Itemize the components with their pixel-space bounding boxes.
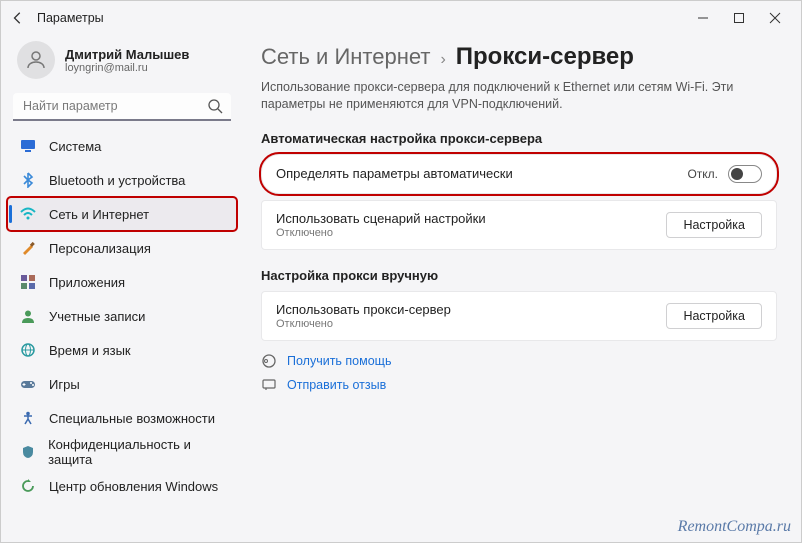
chevron-right-icon: › bbox=[440, 51, 445, 69]
sidebar-item-bluetooth[interactable]: Bluetooth и устройства bbox=[7, 163, 237, 197]
maximize-button[interactable] bbox=[721, 4, 757, 32]
sidebar-item-accessibility[interactable]: Специальные возможности bbox=[7, 401, 237, 435]
shield-icon bbox=[19, 443, 36, 461]
nav-list: Система Bluetooth и устройства Сеть и Ин… bbox=[7, 129, 237, 503]
watermark: RemontCompa.ru bbox=[678, 518, 791, 536]
sidebar-item-label: Время и язык bbox=[49, 343, 131, 358]
profile-name: Дмитрий Малышев bbox=[65, 47, 189, 62]
sidebar-item-personalization[interactable]: Персонализация bbox=[7, 231, 237, 265]
main-content: Сеть и Интернет › Прокси-сервер Использо… bbox=[247, 35, 801, 542]
sidebar-item-apps[interactable]: Приложения bbox=[7, 265, 237, 299]
card-manual-proxy-label: Использовать прокси-сервер bbox=[276, 302, 666, 317]
breadcrumb: Сеть и Интернет › Прокси-сервер bbox=[261, 43, 777, 71]
sidebar-item-system[interactable]: Система bbox=[7, 129, 237, 163]
sidebar-item-time-language[interactable]: Время и язык bbox=[7, 333, 237, 367]
sidebar-item-label: Система bbox=[49, 139, 101, 154]
breadcrumb-parent[interactable]: Сеть и Интернет bbox=[261, 44, 430, 70]
update-icon bbox=[19, 477, 37, 495]
window-title: Параметры bbox=[37, 11, 685, 25]
titlebar: Параметры bbox=[1, 1, 801, 35]
back-button[interactable] bbox=[9, 9, 27, 27]
search-box bbox=[13, 93, 231, 121]
card-manual-proxy-sub: Отключено bbox=[276, 318, 666, 330]
section-auto-title: Автоматическая настройка прокси-сервера bbox=[261, 131, 777, 146]
apps-icon bbox=[19, 273, 37, 291]
globe-icon bbox=[19, 341, 37, 359]
sidebar-item-label: Персонализация bbox=[49, 241, 151, 256]
page-description: Использование прокси-сервера для подключ… bbox=[261, 79, 771, 113]
sidebar-item-label: Специальные возможности bbox=[49, 411, 215, 426]
sidebar-item-label: Сеть и Интернет bbox=[49, 207, 149, 222]
wifi-icon bbox=[19, 205, 37, 223]
minimize-button[interactable] bbox=[685, 4, 721, 32]
get-help-label: Получить помощь bbox=[287, 354, 391, 368]
sidebar-item-label: Игры bbox=[49, 377, 80, 392]
close-button[interactable] bbox=[757, 4, 793, 32]
sidebar-item-privacy[interactable]: Конфиденциальность и защита bbox=[7, 435, 237, 469]
profile[interactable]: Дмитрий Малышев loyngrin@mail.ru bbox=[7, 39, 237, 89]
section-manual-title: Настройка прокси вручную bbox=[261, 268, 777, 283]
account-icon bbox=[19, 307, 37, 325]
avatar bbox=[17, 41, 55, 79]
sidebar-item-label: Приложения bbox=[49, 275, 125, 290]
manual-proxy-button[interactable]: Настройка bbox=[666, 303, 762, 329]
sidebar-item-label: Учетные записи bbox=[49, 309, 145, 324]
profile-email: loyngrin@mail.ru bbox=[65, 62, 189, 74]
sidebar-item-label: Bluetooth и устройства bbox=[49, 173, 185, 188]
card-auto-detect-label: Определять параметры автоматически bbox=[276, 166, 687, 181]
games-icon bbox=[19, 375, 37, 393]
sidebar-item-label: Конфиденциальность и защита bbox=[48, 437, 229, 467]
card-auto-detect: Определять параметры автоматически Откл. bbox=[261, 154, 777, 194]
get-help-link[interactable]: Получить помощь bbox=[261, 353, 777, 369]
search-input[interactable] bbox=[13, 93, 231, 121]
help-icon bbox=[261, 353, 277, 369]
bluetooth-icon bbox=[19, 171, 37, 189]
sidebar-item-network[interactable]: Сеть и Интернет bbox=[7, 197, 237, 231]
card-setup-script-sub: Отключено bbox=[276, 227, 666, 239]
search-icon bbox=[207, 98, 225, 116]
sidebar-item-update[interactable]: Центр обновления Windows bbox=[7, 469, 237, 503]
brush-icon bbox=[19, 239, 37, 257]
auto-detect-toggle[interactable] bbox=[728, 165, 762, 183]
sidebar-item-gaming[interactable]: Игры bbox=[7, 367, 237, 401]
sidebar-item-label: Центр обновления Windows bbox=[49, 479, 218, 494]
feedback-label: Отправить отзыв bbox=[287, 378, 386, 392]
system-icon bbox=[19, 137, 37, 155]
setup-script-button[interactable]: Настройка bbox=[666, 212, 762, 238]
card-manual-proxy: Использовать прокси-сервер Отключено Нас… bbox=[261, 291, 777, 341]
sidebar: Дмитрий Малышев loyngrin@mail.ru Система… bbox=[1, 35, 247, 542]
card-setup-script-label: Использовать сценарий настройки bbox=[276, 211, 666, 226]
card-setup-script: Использовать сценарий настройки Отключен… bbox=[261, 200, 777, 250]
feedback-link[interactable]: Отправить отзыв bbox=[261, 377, 777, 393]
accessibility-icon bbox=[19, 409, 37, 427]
help-links: Получить помощь Отправить отзыв bbox=[261, 353, 777, 393]
page-title: Прокси-сервер bbox=[456, 43, 634, 71]
sidebar-item-accounts[interactable]: Учетные записи bbox=[7, 299, 237, 333]
toggle-state-label: Откл. bbox=[687, 167, 718, 181]
feedback-icon bbox=[261, 377, 277, 393]
